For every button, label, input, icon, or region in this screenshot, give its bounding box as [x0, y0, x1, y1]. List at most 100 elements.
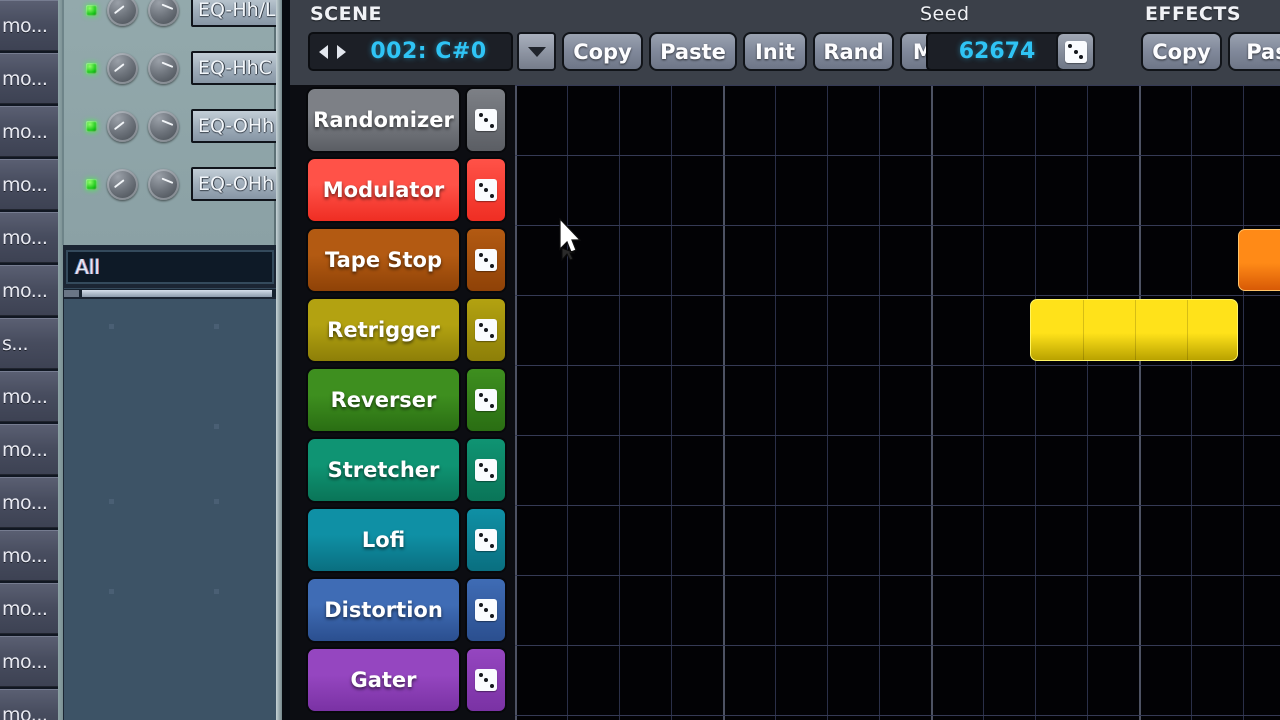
track-randomize-button[interactable] — [465, 437, 507, 503]
track-randomize-button[interactable] — [465, 227, 507, 293]
dice-icon — [475, 249, 497, 271]
effects-section-label: EFFECTS — [1145, 3, 1242, 25]
channel-list-item[interactable]: mo... — [0, 212, 58, 263]
track-toggle-modulator[interactable]: Modulator — [306, 157, 461, 223]
grid-line-horizontal — [515, 435, 1280, 436]
mixer-knob-volume[interactable] — [148, 110, 179, 142]
scrollbar-left-zone[interactable] — [64, 290, 79, 297]
channel-list-item[interactable]: mo... — [0, 106, 58, 157]
channel-list-item-label: mo... — [2, 545, 48, 567]
track-toggle-randomizer[interactable]: Randomizer — [306, 87, 461, 153]
grid-line-vertical — [567, 85, 568, 720]
sequencer-clip[interactable] — [1030, 299, 1238, 361]
track-toggle-distortion[interactable]: Distortion — [306, 577, 461, 643]
track-header-column: Randomizer Modulator Tape Stop Retrigger Rev… — [306, 85, 511, 720]
mixer-row[interactable]: EQ-OHh — [64, 98, 287, 154]
scene-paste-button[interactable]: Paste — [649, 32, 737, 71]
channel-list-item[interactable]: mo... — [0, 265, 58, 316]
track-toggle-reverser[interactable]: Reverser — [306, 367, 461, 433]
track-row: Reverser — [306, 367, 511, 433]
grid-line-vertical — [983, 85, 984, 720]
horizontal-scrollbar[interactable] — [64, 288, 276, 297]
channel-list[interactable]: mo... mo... mo... mo... mo... mo... s... mo... m… — [0, 0, 58, 720]
grid-line-vertical — [775, 85, 776, 720]
channel-list-item[interactable]: mo... — [0, 424, 58, 475]
mixer-track-name[interactable]: EQ-HhC — [191, 51, 287, 85]
panel-gap — [282, 0, 290, 720]
track-randomize-button[interactable] — [465, 367, 507, 433]
track-randomize-button[interactable] — [465, 157, 507, 223]
mixer-track-name-label: EQ-HhC — [198, 57, 272, 79]
scene-selector[interactable]: 002: C#0 — [308, 32, 513, 71]
track-row: Retrigger — [306, 297, 511, 363]
seed-randomize-button[interactable] — [1056, 32, 1095, 71]
scene-init-button[interactable]: Init — [743, 32, 807, 71]
track-toggle-stretcher[interactable]: Stretcher — [306, 437, 461, 503]
mixer-knob-pan[interactable] — [107, 52, 138, 84]
channel-list-item[interactable]: mo... — [0, 530, 58, 581]
channel-list-item[interactable]: mo... — [0, 53, 58, 104]
mixer-enable-led[interactable] — [86, 4, 97, 16]
mixer-row[interactable]: EQ-Hh/L — [64, 0, 287, 38]
grid-line-horizontal — [515, 505, 1280, 506]
track-toggle-gater[interactable]: Gater — [306, 647, 461, 713]
pattern-grid[interactable] — [515, 85, 1280, 720]
scrollbar-thumb[interactable] — [82, 290, 272, 297]
track-label: Randomizer — [313, 108, 454, 132]
track-toggle-tape-stop[interactable]: Tape Stop — [306, 227, 461, 293]
screen: mo... mo... mo... mo... mo... mo... s... mo... m… — [0, 0, 1280, 720]
grid-line-vertical — [1087, 85, 1088, 720]
scene-copy-button[interactable]: Copy — [562, 32, 643, 71]
effects-copy-button[interactable]: Copy — [1141, 32, 1222, 71]
track-randomize-button[interactable] — [465, 297, 507, 363]
mixer-knob-pan[interactable] — [107, 0, 138, 26]
mixer-row[interactable]: EQ-OHh — [64, 156, 287, 212]
mixer-knob-volume[interactable] — [148, 168, 179, 200]
browser-empty-area[interactable] — [64, 299, 276, 720]
channel-list-item[interactable]: mo... — [0, 689, 58, 720]
track-toggle-lofi[interactable]: Lofi — [306, 507, 461, 573]
mixer-enable-led[interactable] — [86, 178, 97, 190]
mixer-enable-led[interactable] — [86, 120, 97, 132]
mouse-pointer-icon — [558, 217, 584, 262]
seed-value[interactable]: 62674 — [926, 32, 1068, 71]
mixer-track-name[interactable]: EQ-OHh — [191, 109, 287, 143]
mixer-knob-volume[interactable] — [148, 0, 179, 26]
track-row: Gater — [306, 647, 511, 713]
track-label: Tape Stop — [325, 248, 442, 272]
triangle-right-icon[interactable] — [337, 44, 346, 59]
track-randomize-button[interactable] — [465, 87, 507, 153]
grid-line-horizontal — [515, 365, 1280, 366]
channel-list-item-label: mo... — [2, 598, 48, 620]
scene-value: 002: C#0 — [370, 39, 487, 64]
filter-box[interactable]: All — [66, 250, 274, 284]
scene-dropdown-button[interactable] — [517, 32, 556, 71]
grid-line-vertical — [1243, 85, 1244, 720]
channel-list-item[interactable]: mo... — [0, 583, 58, 634]
mixer-knob-pan[interactable] — [107, 110, 138, 142]
grid-line-vertical — [1035, 85, 1036, 720]
clip-segment-divider — [1187, 300, 1188, 360]
mixer-knob-pan[interactable] — [107, 168, 138, 200]
channel-list-item[interactable]: mo... — [0, 371, 58, 422]
track-label: Stretcher — [327, 458, 440, 482]
triangle-left-icon[interactable] — [319, 44, 328, 59]
mixer-row[interactable]: EQ-HhC — [64, 40, 287, 96]
channel-list-item[interactable]: mo... — [0, 636, 58, 687]
mixer-track-name[interactable]: EQ-Hh/L — [191, 0, 287, 27]
scene-rand-button[interactable]: Rand — [813, 32, 894, 71]
track-randomize-button[interactable] — [465, 507, 507, 573]
track-randomize-button[interactable] — [465, 577, 507, 643]
channel-list-item[interactable]: mo... — [0, 477, 58, 528]
track-randomize-button[interactable] — [465, 647, 507, 713]
mixer-track-name[interactable]: EQ-OHh — [191, 167, 287, 201]
sequencer-clip[interactable] — [1238, 229, 1280, 291]
effects-paste-button[interactable]: Past — [1228, 32, 1280, 71]
channel-list-item[interactable]: mo... — [0, 159, 58, 210]
channel-list-item[interactable]: mo... — [0, 0, 58, 51]
mixer-enable-led[interactable] — [86, 62, 97, 74]
grid-line-vertical — [671, 85, 672, 720]
mixer-knob-volume[interactable] — [148, 52, 179, 84]
track-toggle-retrigger[interactable]: Retrigger — [306, 297, 461, 363]
channel-list-item[interactable]: s... — [0, 318, 58, 369]
